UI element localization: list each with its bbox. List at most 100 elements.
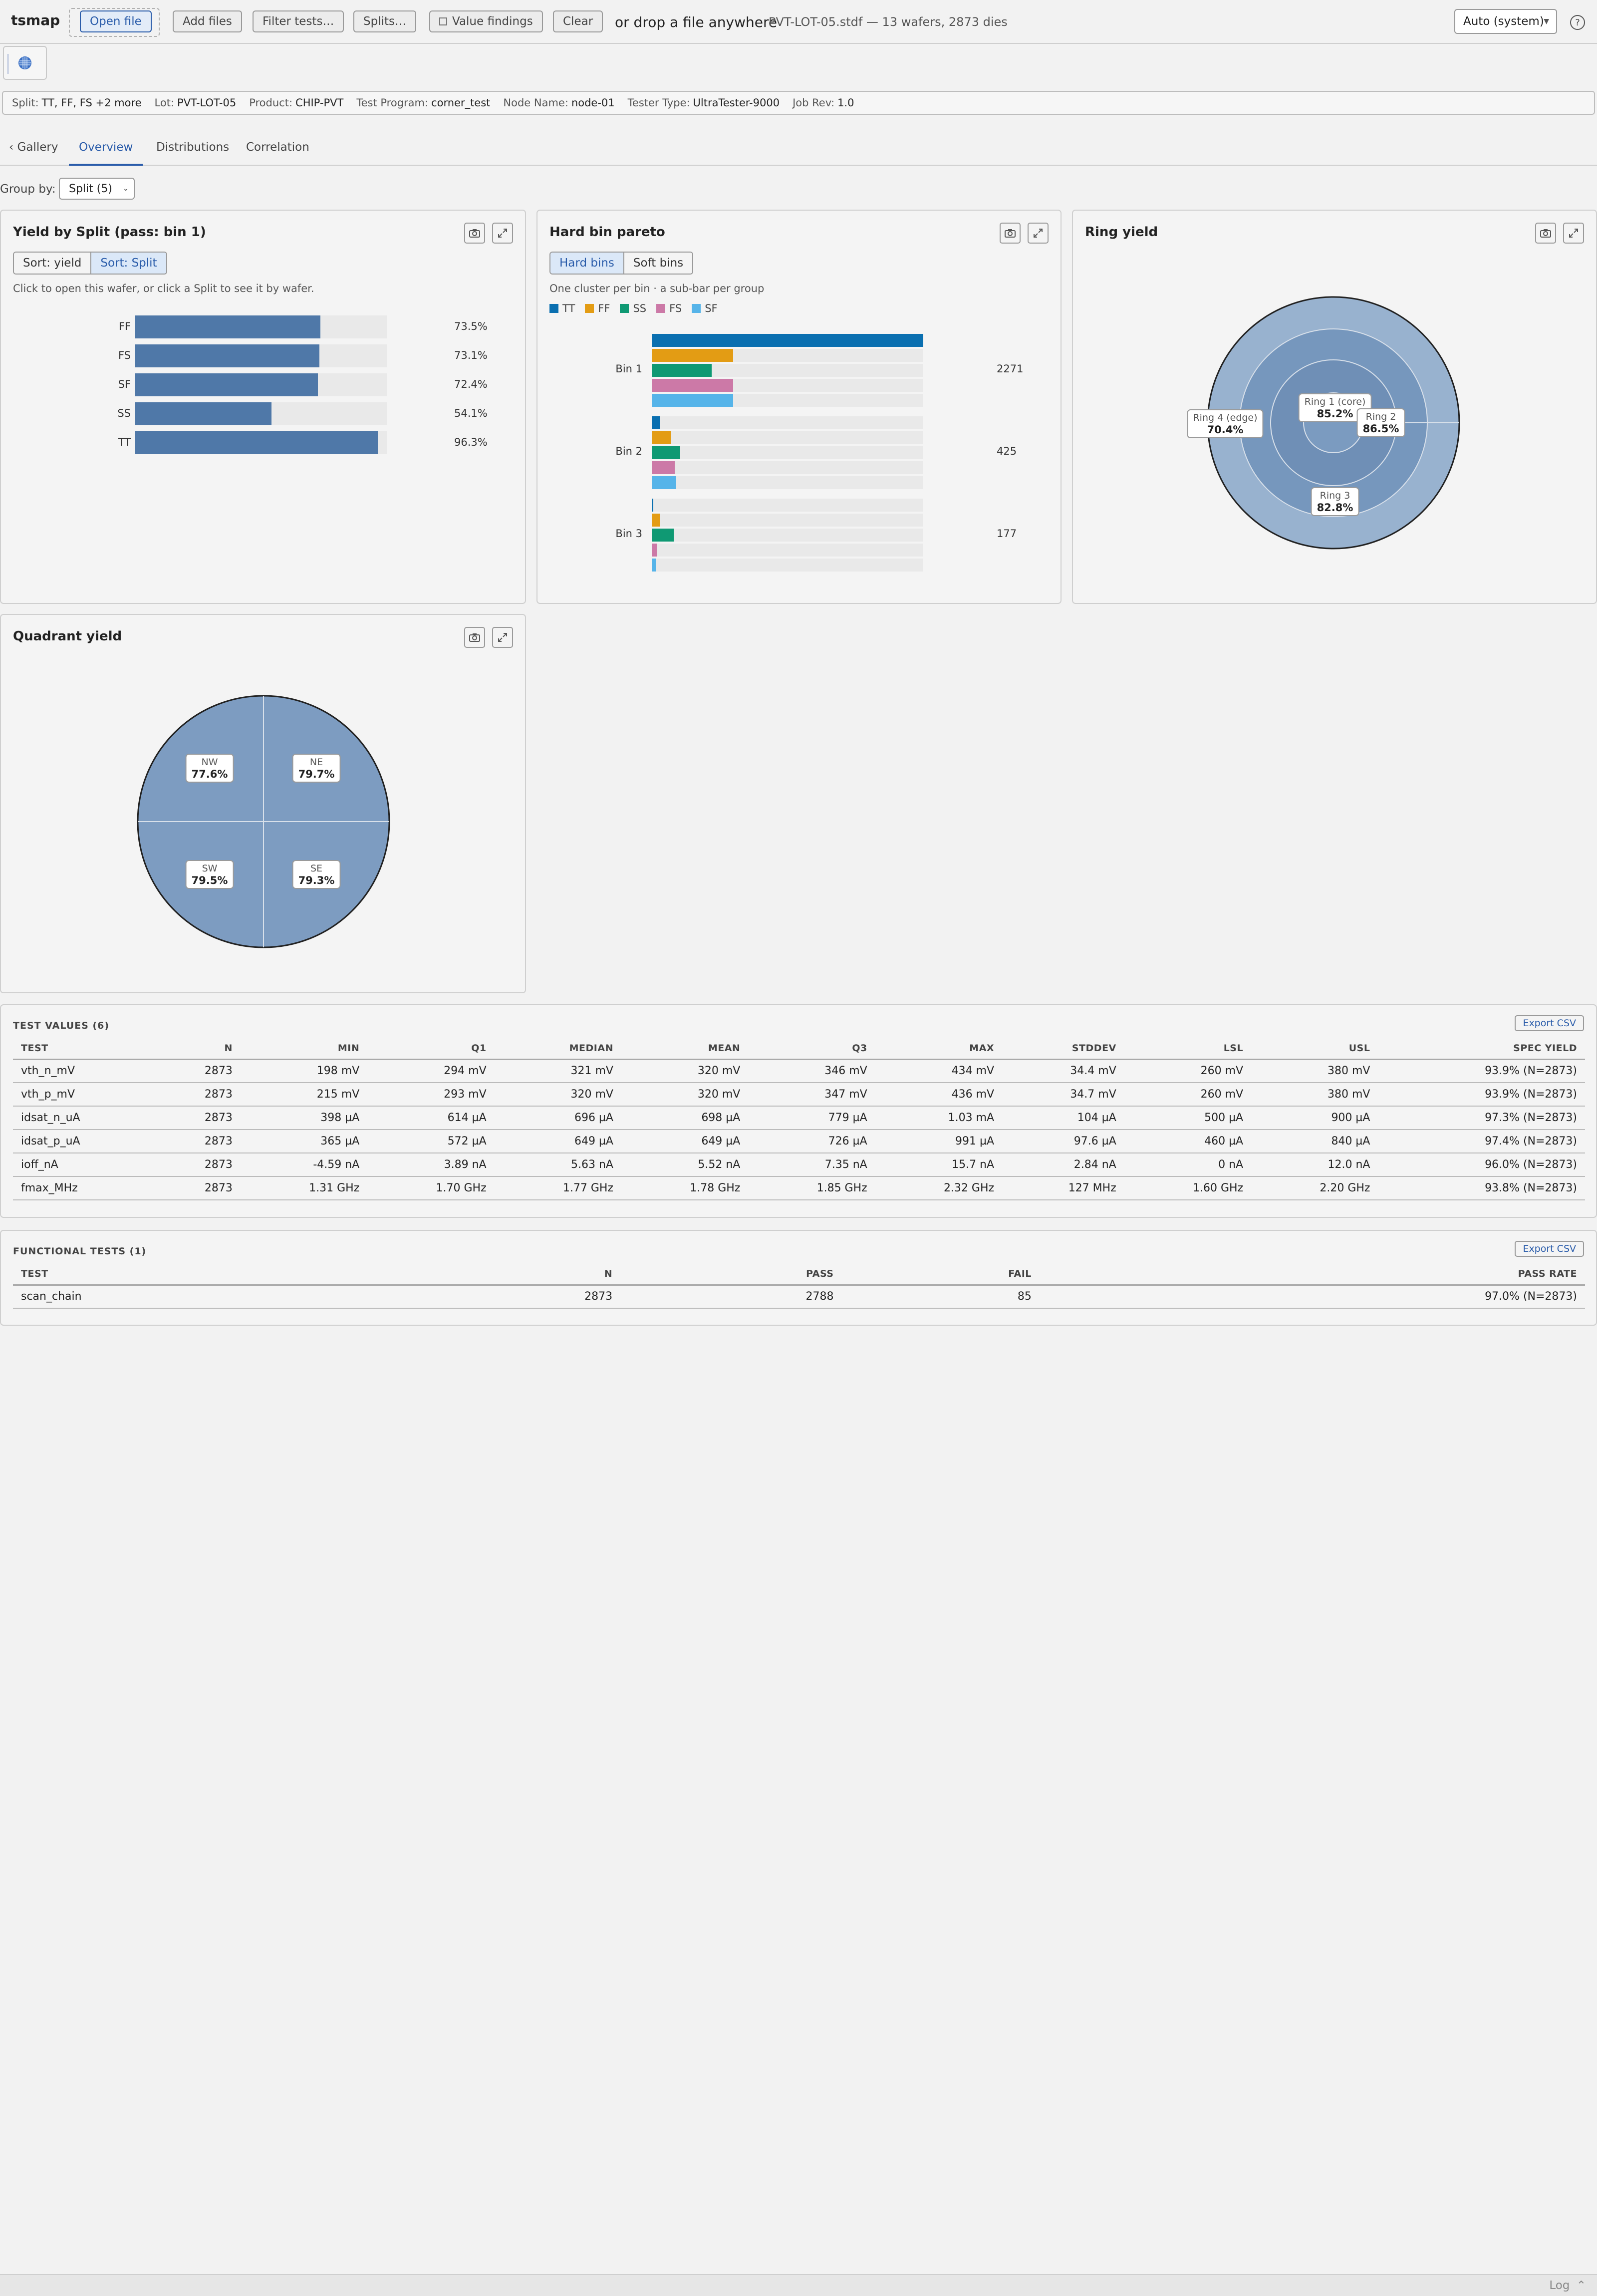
split-label[interactable]: SF: [118, 378, 131, 390]
table-cell: 2788: [805, 1290, 834, 1303]
pareto-bar[interactable]: [652, 334, 923, 347]
table-cell: 696 µA: [574, 1112, 613, 1124]
table-cell: 726 µA: [828, 1135, 867, 1148]
table-cell: 104 µA: [1077, 1112, 1116, 1124]
yield-value: 96.3%: [454, 436, 488, 448]
table-cell: 5.63 nA: [571, 1158, 613, 1171]
column-header[interactable]: MEAN: [621, 1038, 748, 1059]
split-label[interactable]: FF: [119, 320, 131, 332]
pareto-bar[interactable]: [652, 416, 660, 429]
splits-button[interactable]: Splits…: [353, 10, 416, 32]
column-header[interactable]: USL: [1251, 1038, 1378, 1059]
filter-tests-button[interactable]: Filter tests…: [253, 10, 344, 32]
pareto-bar[interactable]: [652, 364, 712, 377]
ring-name: Ring 3: [1320, 490, 1350, 501]
table-row[interactable]: ioff_nA 2873 -4.59 nA 3.89 nA 5.63 nA 5.52 nA…: [13, 1153, 1585, 1176]
yield-bar[interactable]: [135, 315, 320, 338]
yield-bar-row[interactable]: FS 73.1%: [1, 344, 525, 367]
yield-bar[interactable]: [135, 373, 318, 396]
export-csv-button[interactable]: Export CSV: [1515, 1015, 1584, 1031]
split-label[interactable]: FS: [118, 349, 131, 361]
column-header[interactable]: MEDIAN: [495, 1038, 621, 1059]
table-row[interactable]: vth_n_mV 2873 198 mV 294 mV 321 mV 320 mV 346 …: [13, 1059, 1585, 1083]
column-header[interactable]: MIN: [241, 1038, 367, 1059]
pareto-bar[interactable]: [652, 476, 676, 489]
table-row[interactable]: idsat_n_uA 2873 398 µA 614 µA 696 µA 698 µA 77…: [13, 1106, 1585, 1130]
table-row[interactable]: idsat_p_uA 2873 365 µA 572 µA 649 µA 649 µA 72…: [13, 1130, 1585, 1153]
theme-select[interactable]: Auto (system) ▼: [1454, 9, 1557, 34]
pareto-bar[interactable]: [652, 499, 653, 512]
quadrant-label-se: SE 79.3%: [292, 860, 341, 889]
tab-correlation[interactable]: Correlation: [246, 141, 309, 154]
expand-icon[interactable]: [492, 627, 513, 648]
table-cell: 840 µA: [1331, 1135, 1370, 1148]
clear-button[interactable]: Clear: [553, 10, 603, 32]
wafer-icon: [18, 56, 31, 69]
column-header[interactable]: SPEC YIELD: [1378, 1038, 1585, 1059]
yield-bar-row[interactable]: SS 54.1%: [1, 402, 525, 425]
table-row[interactable]: fmax_MHz 2873 1.31 GHz 1.70 GHz 1.77 GHz 1.78…: [13, 1176, 1585, 1200]
yield-bar[interactable]: [135, 402, 271, 425]
test-name-cell: idsat_p_uA: [21, 1135, 80, 1148]
help-icon[interactable]: ?: [1570, 15, 1585, 30]
bar-track: [652, 476, 923, 489]
meta-item: Product: CHIP-PVT: [249, 97, 343, 109]
pareto-bar[interactable]: [652, 349, 733, 362]
column-header[interactable]: N: [157, 1038, 241, 1059]
yield-bar-row[interactable]: TT 96.3%: [1, 431, 525, 454]
table-cell: 3.89 nA: [444, 1158, 487, 1171]
camera-icon[interactable]: [1535, 223, 1556, 244]
column-header[interactable]: Q3: [748, 1038, 875, 1059]
tab-overview[interactable]: Overview: [69, 141, 143, 166]
open-file-button[interactable]: Open file: [80, 10, 152, 32]
column-header[interactable]: PASS: [620, 1264, 841, 1285]
column-header[interactable]: FAIL: [841, 1264, 1039, 1285]
pareto-bar[interactable]: [652, 446, 680, 459]
column-header[interactable]: TEST: [13, 1038, 157, 1059]
pareto-bar[interactable]: [652, 529, 674, 542]
column-header[interactable]: TEST: [13, 1264, 399, 1285]
add-files-button[interactable]: Add files: [173, 10, 242, 32]
expand-icon[interactable]: [1563, 223, 1584, 244]
column-header[interactable]: PASS RATE: [1040, 1264, 1585, 1285]
column-header[interactable]: STDDEV: [1002, 1038, 1124, 1059]
table-row[interactable]: scan_chain 2873 2788 85 97.0% (N=2873): [13, 1285, 1585, 1308]
pareto-bar[interactable]: [652, 394, 733, 407]
group-by-select[interactable]: Split (5) ⌄: [59, 178, 135, 200]
yield-bar-row[interactable]: SF 72.4%: [1, 373, 525, 396]
chevron-down-icon: ▼: [1544, 17, 1549, 25]
group-by-value: Split (5): [69, 182, 112, 195]
pareto-bar[interactable]: [652, 544, 657, 557]
pareto-bar[interactable]: [652, 559, 656, 572]
yield-bar[interactable]: [135, 431, 378, 454]
value-findings-button[interactable]: Value findings: [429, 10, 543, 32]
table-cell: 260 mV: [1200, 1065, 1244, 1078]
file-info: PVT-LOT-05.stdf — 13 wafers, 2873 dies: [769, 15, 1008, 29]
log-toggle[interactable]: Log ⌃: [1549, 2279, 1586, 2292]
column-header[interactable]: Q1: [367, 1038, 494, 1059]
column-header[interactable]: MAX: [875, 1038, 1002, 1059]
yield-value: 73.1%: [454, 349, 488, 361]
meta-value: corner_test: [431, 97, 491, 109]
table-cell: 2873: [204, 1065, 233, 1078]
pareto-bar[interactable]: [652, 461, 675, 474]
quadrant-wafer-map[interactable]: [134, 692, 393, 951]
yield-bar-row[interactable]: FF 73.5%: [1, 315, 525, 338]
split-label[interactable]: SS: [117, 407, 131, 419]
pareto-bar[interactable]: [652, 431, 671, 444]
table-cell: 34.7 mV: [1070, 1088, 1116, 1101]
export-csv-button[interactable]: Export CSV: [1515, 1241, 1584, 1257]
column-header[interactable]: LSL: [1124, 1038, 1251, 1059]
tab-distributions[interactable]: Distributions: [156, 141, 229, 154]
pareto-bar[interactable]: [652, 379, 733, 392]
yield-bar[interactable]: [135, 344, 319, 367]
pareto-bar[interactable]: [652, 514, 660, 527]
split-label[interactable]: TT: [118, 436, 131, 448]
column-header[interactable]: N: [399, 1264, 620, 1285]
tab-gallery[interactable]: ‹ Gallery: [9, 141, 58, 154]
table-row[interactable]: vth_p_mV 2873 215 mV 293 mV 320 mV 320 mV 347 …: [13, 1083, 1585, 1106]
pareto-bars: Bin 1 2271 Bin 2 425 Bin 3 177: [537, 211, 1061, 600]
wafer-view-button[interactable]: [3, 46, 47, 80]
ring-value: 86.5%: [1362, 423, 1399, 435]
camera-icon[interactable]: [464, 627, 485, 648]
